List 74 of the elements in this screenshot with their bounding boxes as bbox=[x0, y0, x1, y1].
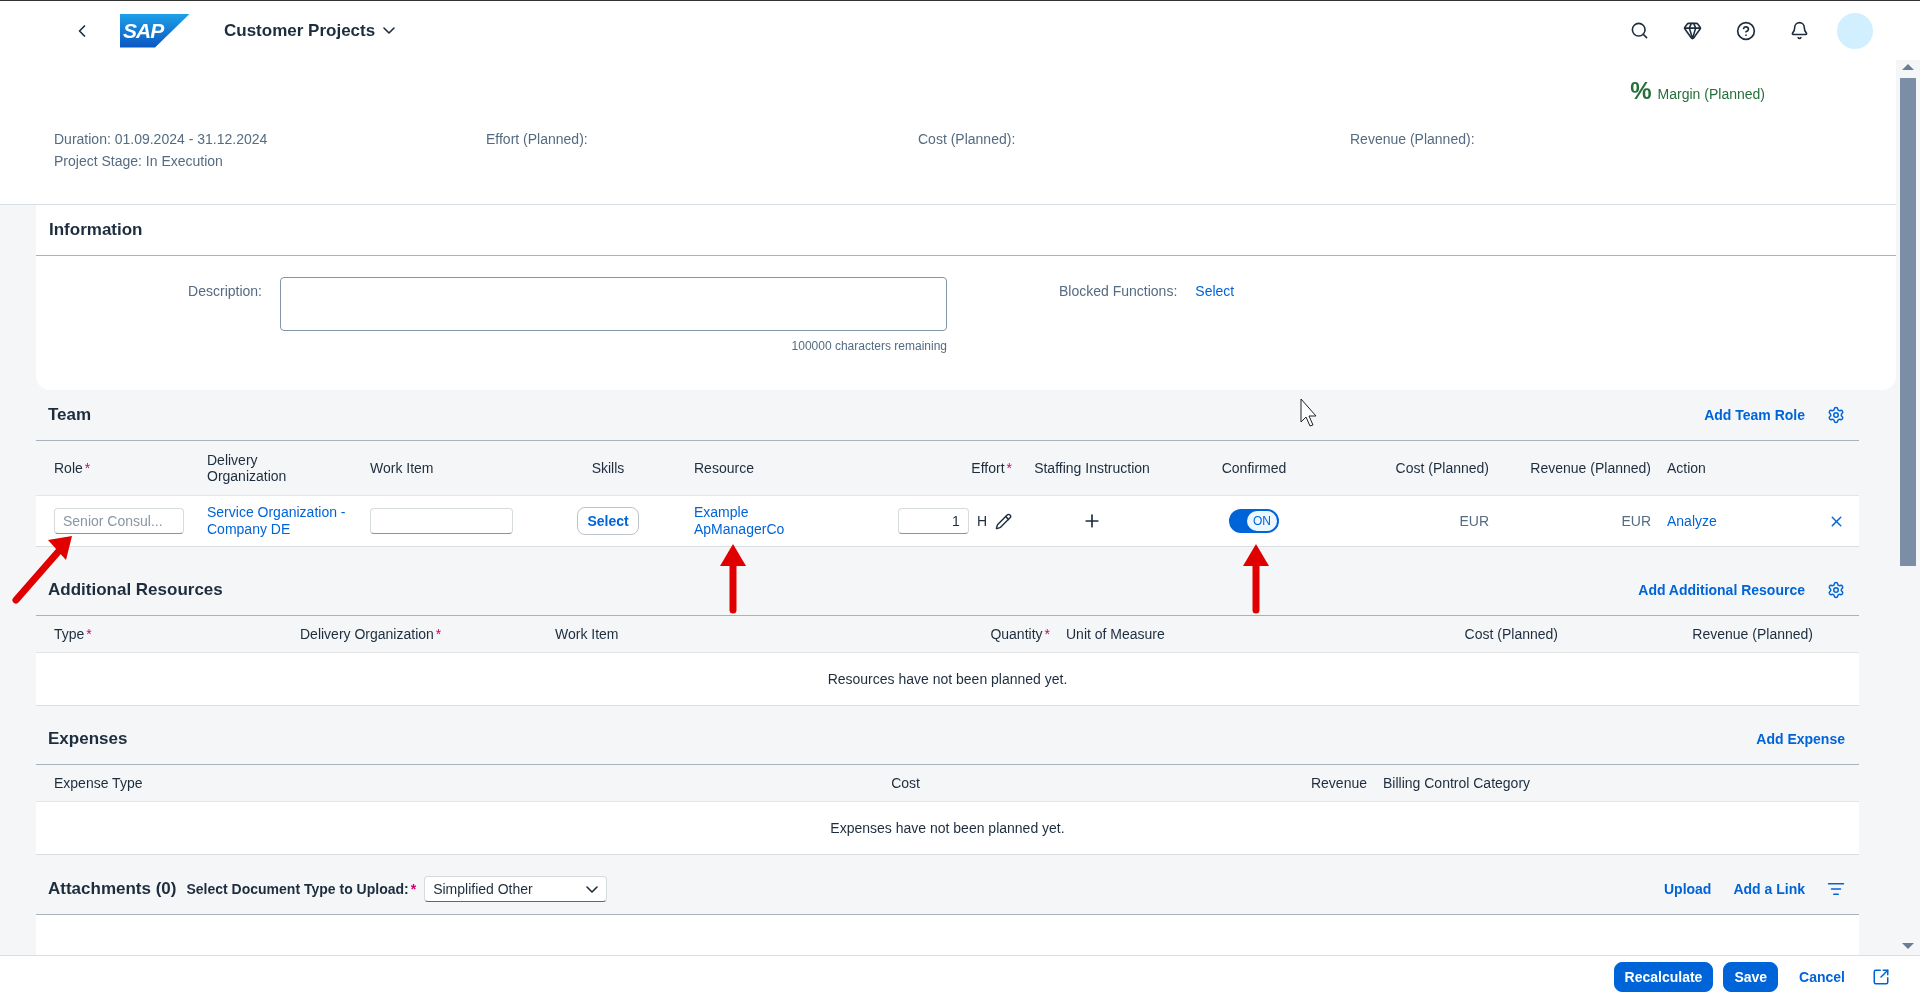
logo: SAP bbox=[120, 13, 190, 48]
column-header: Cost bbox=[890, 775, 921, 791]
section-title: Attachments (0) bbox=[48, 879, 177, 899]
empty-message: Resources have not been planned yet. bbox=[827, 671, 1068, 687]
header-attribute: Revenue (Planned): bbox=[1350, 131, 1476, 147]
revenue-value: EUR bbox=[1621, 513, 1651, 529]
column-header: Revenue (Planned) bbox=[1691, 626, 1814, 642]
column-header: Work Item bbox=[554, 626, 620, 642]
column-header: Action bbox=[1666, 460, 1707, 476]
annotation-arrow bbox=[720, 544, 746, 614]
settings-icon[interactable] bbox=[1827, 406, 1845, 424]
column-header: Confirmed bbox=[1220, 460, 1288, 476]
section-title: Information bbox=[49, 220, 143, 240]
analyze-link[interactable]: Analyze bbox=[1667, 512, 1717, 530]
work-item-input[interactable] bbox=[370, 508, 513, 534]
select-skills-button[interactable]: Select bbox=[577, 507, 639, 535]
chevron-down-icon bbox=[383, 27, 396, 34]
percent-symbol: % bbox=[1630, 77, 1652, 105]
footer-button[interactable]: Cancel bbox=[1788, 962, 1856, 992]
document-type-select[interactable]: Simplified Other bbox=[424, 876, 608, 902]
effort-input[interactable]: 1 bbox=[897, 508, 969, 534]
column-header: Revenue (Planned) bbox=[1529, 460, 1652, 476]
section-title: Expenses bbox=[48, 729, 128, 749]
column-header: Effort* bbox=[970, 460, 1013, 476]
column-header: Skills bbox=[590, 460, 626, 476]
header-attribute: Project Stage: In Execution bbox=[54, 153, 224, 169]
select-link[interactable]: Select bbox=[1195, 283, 1235, 299]
column-header: Work Item bbox=[369, 460, 435, 476]
character-counter: 100000 characters remaining bbox=[791, 339, 947, 353]
section-title: Additional Resources bbox=[48, 580, 223, 600]
field-label: Description: bbox=[188, 282, 262, 301]
column-header: Expense Type bbox=[53, 775, 144, 791]
header-attribute: Effort (Planned): bbox=[486, 131, 589, 147]
header-attribute: Cost (Planned): bbox=[918, 131, 1017, 147]
column-header: Billing Control Category bbox=[1382, 775, 1532, 791]
column-header: Type* bbox=[53, 626, 93, 642]
column-header: Quantity* bbox=[989, 626, 1051, 642]
section-action-link[interactable]: Add Expense bbox=[1756, 731, 1845, 747]
empty-message: Expenses have not been planned yet. bbox=[830, 820, 1065, 836]
annotation-arrow bbox=[1243, 544, 1269, 614]
kpi-label: Margin (Planned) bbox=[1657, 86, 1765, 102]
unit-text: H bbox=[976, 513, 987, 529]
role-input[interactable]: Senior Consul... bbox=[54, 508, 184, 534]
field-label: Select Document Type to Upload:* bbox=[186, 881, 417, 897]
delivery-organization-link[interactable]: Service Organization - Company DE bbox=[207, 504, 347, 538]
footer-button[interactable]: Save bbox=[1723, 962, 1779, 992]
field-label: Blocked Functions: bbox=[1059, 282, 1178, 299]
column-header: Cost (Planned) bbox=[1463, 626, 1559, 642]
section-title: Team bbox=[48, 405, 92, 425]
edit-icon[interactable] bbox=[995, 512, 1012, 530]
column-header: Delivery Organization bbox=[206, 452, 288, 484]
section-action-link[interactable]: Upload bbox=[1664, 881, 1712, 897]
resource-link[interactable]: Example ApManagerCo bbox=[694, 504, 794, 538]
column-header: Delivery Organization* bbox=[299, 626, 443, 642]
cost-value: EUR bbox=[1459, 513, 1489, 529]
settings-icon[interactable] bbox=[1827, 581, 1845, 599]
column-header: Cost (Planned) bbox=[1394, 460, 1490, 476]
section-action-link[interactable]: Add a Link bbox=[1733, 881, 1805, 897]
app-title-menu[interactable]: Customer Projects bbox=[220, 16, 400, 45]
header-attribute: Duration: 01.09.2024 - 31.12.2024 bbox=[54, 131, 269, 147]
pointer-cursor-icon bbox=[1300, 398, 1317, 427]
column-header: Revenue bbox=[1309, 775, 1368, 791]
section-action-link[interactable]: Add Team Role bbox=[1704, 407, 1805, 423]
column-header: Unit of Measure bbox=[1065, 626, 1166, 642]
column-header: Staffing Instruction bbox=[1033, 460, 1151, 476]
confirmed-switch[interactable]: ON bbox=[1229, 509, 1279, 533]
scrollbar[interactable] bbox=[1896, 60, 1920, 955]
section-action-link[interactable]: Add Additional Resource bbox=[1638, 582, 1805, 598]
footer-button[interactable]: Recalculate bbox=[1613, 962, 1714, 992]
column-header: Role* bbox=[53, 460, 92, 476]
column-header: Resource bbox=[693, 460, 755, 476]
chevron-down-icon bbox=[586, 885, 599, 893]
description-field[interactable] bbox=[280, 277, 947, 331]
sort-icon[interactable] bbox=[1827, 880, 1845, 898]
